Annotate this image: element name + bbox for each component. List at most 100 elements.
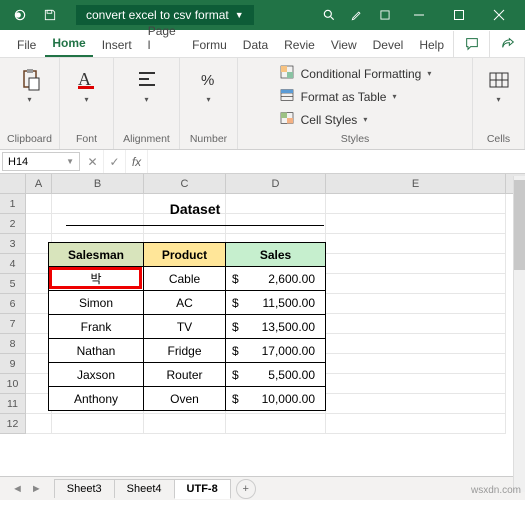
worksheet-grid[interactable]: A B C D E 1 2 3 4 5 6 7 bbox=[0, 174, 525, 476]
row-header[interactable]: 8 bbox=[0, 334, 26, 354]
sheet-tab[interactable]: Sheet4 bbox=[114, 479, 175, 498]
formula-input[interactable] bbox=[148, 150, 525, 173]
cell-sales[interactable]: $11,500.00 bbox=[226, 291, 326, 315]
cell[interactable] bbox=[226, 414, 326, 434]
sheet-nav-next-icon[interactable]: ► bbox=[27, 483, 46, 495]
search-icon[interactable] bbox=[315, 0, 343, 30]
cell[interactable] bbox=[26, 194, 52, 214]
col-header[interactable]: E bbox=[326, 174, 506, 193]
cell-sales[interactable]: $5,500.00 bbox=[226, 363, 326, 387]
cell-salesman[interactable]: Jaxson bbox=[49, 363, 144, 387]
sheet-tab[interactable]: Sheet3 bbox=[54, 479, 115, 498]
share-icon[interactable] bbox=[489, 31, 525, 57]
tab-view[interactable]: View bbox=[324, 33, 364, 57]
cell[interactable] bbox=[144, 414, 226, 434]
cell-sales[interactable]: $10,000.00 bbox=[226, 387, 326, 411]
cell-salesman[interactable]: Nathan bbox=[49, 339, 144, 363]
row-header[interactable]: 5 bbox=[0, 274, 26, 294]
comments-icon[interactable] bbox=[453, 31, 489, 57]
cell[interactable] bbox=[326, 294, 506, 314]
header-salesman[interactable]: Salesman bbox=[49, 243, 144, 267]
cell-sales[interactable]: $13,500.00 bbox=[226, 315, 326, 339]
font-button[interactable]: A ▾ bbox=[61, 63, 113, 107]
cell[interactable] bbox=[326, 194, 506, 214]
autosave-toggle-icon[interactable] bbox=[6, 0, 34, 30]
alignment-button[interactable]: ▾ bbox=[121, 63, 173, 107]
cell-salesman[interactable]: Simon bbox=[49, 291, 144, 315]
tab-home[interactable]: Home bbox=[45, 31, 92, 57]
cell-product[interactable]: TV bbox=[144, 315, 226, 339]
pen-icon[interactable] bbox=[343, 0, 371, 30]
row-header[interactable]: 6 bbox=[0, 294, 26, 314]
cell-sales[interactable]: $17,000.00 bbox=[226, 339, 326, 363]
sheet-tab-active[interactable]: UTF-8 bbox=[174, 479, 231, 499]
scrollbar-thumb[interactable] bbox=[514, 180, 525, 270]
row-header[interactable]: 4 bbox=[0, 254, 26, 274]
enter-formula-icon[interactable]: ✓ bbox=[104, 150, 126, 173]
tab-data[interactable]: Data bbox=[236, 33, 275, 57]
sheet-nav-prev-icon[interactable]: ◄ bbox=[8, 483, 27, 495]
cell[interactable] bbox=[26, 414, 52, 434]
cell-salesman[interactable]: Frank bbox=[49, 315, 144, 339]
cell-salesman[interactable]: Anthony bbox=[49, 387, 144, 411]
select-all-corner[interactable] bbox=[0, 174, 26, 193]
cell-product[interactable]: Fridge bbox=[144, 339, 226, 363]
account-icon[interactable] bbox=[371, 0, 399, 30]
header-sales[interactable]: Sales bbox=[226, 243, 326, 267]
format-as-table-button[interactable]: Format as Table ▾ bbox=[279, 85, 432, 108]
cell-styles-button[interactable]: Cell Styles ▾ bbox=[279, 108, 432, 131]
cell-product[interactable]: Router bbox=[144, 363, 226, 387]
cell[interactable] bbox=[326, 374, 506, 394]
paste-button[interactable]: ▾ bbox=[4, 63, 56, 107]
vertical-scrollbar[interactable] bbox=[513, 176, 525, 492]
tab-insert[interactable]: Insert bbox=[95, 33, 139, 57]
cell[interactable] bbox=[326, 354, 506, 374]
maximize-button[interactable] bbox=[439, 0, 479, 30]
cell[interactable] bbox=[326, 234, 506, 254]
minimize-button[interactable] bbox=[399, 0, 439, 30]
cell-product[interactable]: Cable bbox=[144, 267, 226, 291]
row-header[interactable]: 1 bbox=[0, 194, 26, 214]
col-header[interactable]: C bbox=[144, 174, 226, 193]
tab-review[interactable]: Revie bbox=[277, 33, 322, 57]
name-box[interactable]: H14 ▼ bbox=[2, 152, 80, 171]
col-header[interactable]: B bbox=[52, 174, 144, 193]
number-button[interactable]: % ▾ bbox=[183, 63, 235, 107]
close-button[interactable] bbox=[479, 0, 519, 30]
cell[interactable] bbox=[326, 274, 506, 294]
cell[interactable] bbox=[52, 414, 144, 434]
row-header[interactable]: 7 bbox=[0, 314, 26, 334]
tab-file[interactable]: File bbox=[10, 33, 43, 57]
cell[interactable] bbox=[326, 394, 506, 414]
cells-button[interactable]: ▾ bbox=[473, 63, 525, 107]
save-icon[interactable] bbox=[36, 0, 64, 30]
col-header[interactable]: A bbox=[26, 174, 52, 193]
col-header[interactable]: D bbox=[226, 174, 326, 193]
tab-help[interactable]: Help bbox=[412, 33, 451, 57]
cell-product[interactable]: AC bbox=[144, 291, 226, 315]
fx-icon[interactable]: fx bbox=[126, 150, 148, 173]
row-header[interactable]: 3 bbox=[0, 234, 26, 254]
menu-tabs: File Home Insert Page l Formu Data Revie… bbox=[0, 30, 525, 58]
row-header[interactable]: 11 bbox=[0, 394, 26, 414]
cell[interactable] bbox=[326, 254, 506, 274]
row-header[interactable]: 10 bbox=[0, 374, 26, 394]
tab-developer[interactable]: Devel bbox=[366, 33, 411, 57]
header-product[interactable]: Product bbox=[144, 243, 226, 267]
cell[interactable] bbox=[326, 314, 506, 334]
tab-formulas[interactable]: Formu bbox=[185, 33, 234, 57]
cell-sales[interactable]: $2,600.00 bbox=[226, 267, 326, 291]
cell[interactable] bbox=[326, 214, 506, 234]
tab-pagelayout[interactable]: Page l bbox=[141, 19, 183, 57]
cell[interactable] bbox=[26, 214, 52, 234]
add-sheet-button[interactable]: + bbox=[236, 479, 256, 499]
row-header[interactable]: 12 bbox=[0, 414, 26, 434]
cell[interactable] bbox=[326, 414, 506, 434]
cell-salesman[interactable]: 박 bbox=[49, 267, 144, 291]
cancel-formula-icon[interactable]: ✕ bbox=[82, 150, 104, 173]
row-header[interactable]: 2 bbox=[0, 214, 26, 234]
cell[interactable] bbox=[326, 334, 506, 354]
conditional-formatting-button[interactable]: Conditional Formatting ▾ bbox=[279, 62, 432, 85]
cell-product[interactable]: Oven bbox=[144, 387, 226, 411]
row-header[interactable]: 9 bbox=[0, 354, 26, 374]
